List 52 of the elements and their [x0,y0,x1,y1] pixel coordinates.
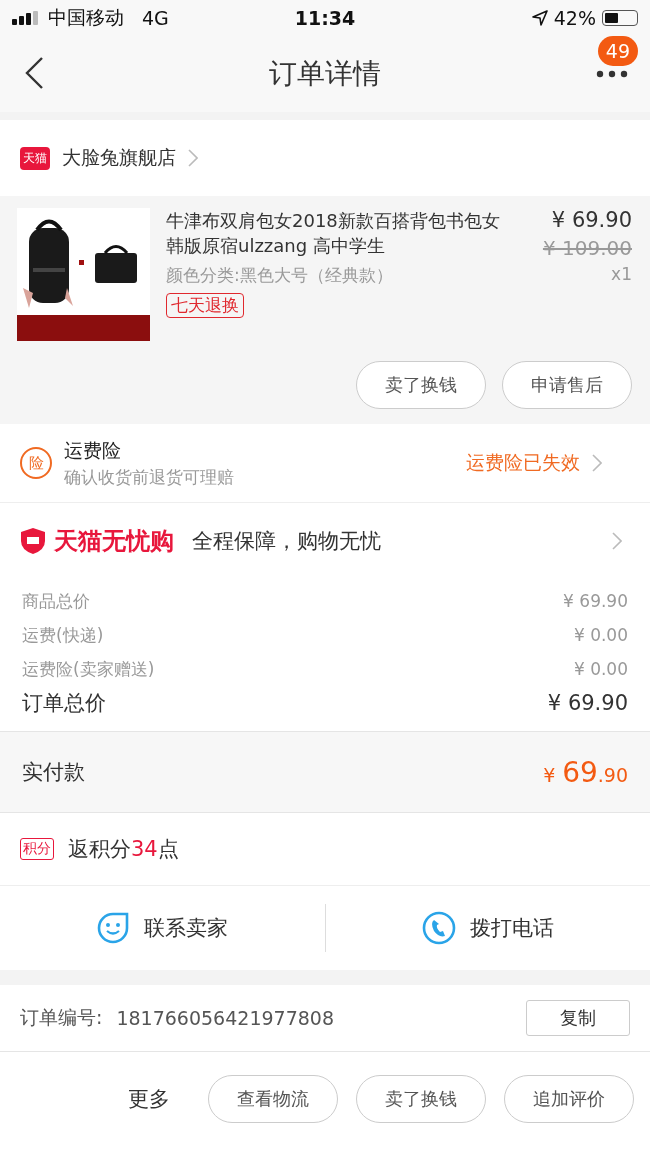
battery-percent-text: 42% [553,7,596,29]
order-action-button[interactable]: 追加评价 [504,1075,634,1123]
product-price: ¥ 69.90 [551,208,632,232]
order-number-label: 订单编号: [20,1005,103,1030]
product-variant: 颜色分类:黑色大号（经典款） [166,264,393,287]
price-value: ¥ 0.00 [573,658,628,681]
back-icon[interactable] [24,56,44,90]
location-arrow-icon [531,10,548,26]
store-badge: 天猫 [20,146,50,170]
carrier-text: 中国移动 [48,5,124,30]
shield-icon [20,527,46,555]
order-action-button[interactable]: 卖了换钱 [356,1075,486,1123]
insurance-title: 运费险 [64,437,122,463]
action-button[interactable]: 卖了换钱 [356,361,486,409]
contact-seller-button[interactable]: 联系卖家 [0,898,325,958]
order-action-button[interactable]: 查看物流 [208,1075,338,1123]
points-badge: 积分 [20,838,54,860]
price-label: 运费(快递) [22,624,104,647]
paid-label: 实付款 [22,759,85,786]
product-quantity: x1 [611,264,632,284]
network-text: 4G [142,7,169,29]
chat-icon [96,911,131,945]
call-button[interactable]: 拨打电话 [325,898,650,958]
copy-button[interactable]: 复制 [526,1000,630,1036]
original-price: ¥ 109.00 [542,236,632,260]
price-label: 运费险(卖家赠送) [22,658,155,681]
more-icon[interactable] [596,70,628,78]
page-title: 订单详情 [269,56,381,92]
phone-icon [421,911,456,945]
price-label: 商品总价 [22,590,90,613]
order-number-value: 181766056421977808 [116,1007,335,1029]
clock-text: 11:34 [294,7,356,29]
price-value: ¥ 0.00 [573,624,628,647]
order-total-label: 订单总价 [22,690,106,717]
insurance-subtitle: 确认收货前退货可理赔 [64,465,235,489]
price-value: ¥ 69.90 [563,590,628,613]
chevron-right-icon [592,454,602,472]
battery-icon [602,10,638,26]
paid-amount: ¥ 69.90 [543,755,628,789]
notification-badge: 49 [597,36,638,66]
insurance-icon: 险 [20,447,52,479]
more-link[interactable]: 更多 [128,1085,170,1113]
guarantee-logo: 天猫无忧购 [54,526,174,557]
product-title[interactable]: 牛津布双肩包女2018新款百搭背包书包女韩版原宿ulzzang 高中学生 [166,208,516,258]
points-text: 返积分34点 [68,836,179,863]
guarantee-text: 全程保障，购物无忧 [192,528,382,555]
store-name[interactable]: 大脸兔旗舰店 [62,145,176,171]
order-total-value: ¥ 69.90 [547,690,628,717]
chevron-right-icon [188,149,198,167]
chevron-right-icon [612,532,622,550]
return-policy-tag: 七天退换 [166,293,244,318]
action-button[interactable]: 申请售后 [502,361,632,409]
